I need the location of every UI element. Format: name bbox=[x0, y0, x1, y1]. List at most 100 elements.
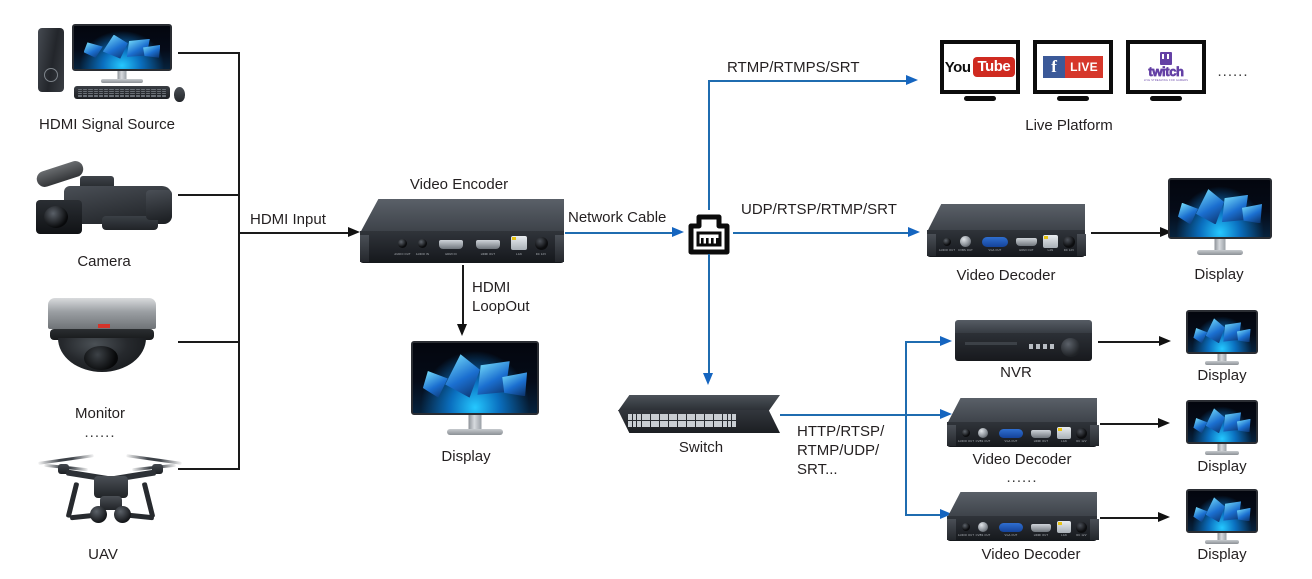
live-platform-label: Live Platform bbox=[1025, 117, 1113, 134]
monitor-ellipsis: ...... bbox=[84, 424, 116, 441]
arrowhead-network-cable bbox=[672, 227, 684, 237]
decoder-mid-port-vga-out bbox=[999, 429, 1023, 438]
monitor-dome-camera-icon bbox=[48, 298, 156, 376]
decoder-bottom-port-dc-label: DC 12V bbox=[1076, 534, 1087, 537]
switch-branch-label-line3: SRT... bbox=[797, 461, 838, 478]
arrowhead-nvr bbox=[940, 336, 952, 346]
wire-source-uav bbox=[178, 468, 240, 470]
arrowhead-hdmi-loopout bbox=[457, 324, 467, 336]
decoder-mid-port-cvbs-out bbox=[978, 428, 988, 438]
network-cable-label: Network Cable bbox=[568, 209, 667, 226]
decoder-port-audio-out-label: AUDIO OUT bbox=[938, 249, 956, 252]
wire-decoder-bottom-to-display bbox=[1100, 517, 1162, 519]
twitch-word-b: LIVE STREAMING FOR GAMERS bbox=[1143, 79, 1189, 82]
wire-rj45-down bbox=[708, 254, 710, 376]
decoder-port-audio-out bbox=[943, 238, 951, 246]
nvr-label: NVR bbox=[1000, 364, 1032, 381]
decoder-port-hdmi-out-label: HDMI OUT bbox=[1019, 249, 1034, 252]
decoder-mid-port-cvbs-out-label: CVBS OUT bbox=[975, 440, 991, 443]
display-label-top-right: Display bbox=[1194, 266, 1244, 283]
facebook-word-a: f bbox=[1043, 56, 1066, 78]
wire-nvr-to-display bbox=[1098, 341, 1164, 343]
wire-network-cable bbox=[565, 232, 677, 234]
wire-hdmi-loopout bbox=[462, 265, 464, 327]
arrowhead-rtmp-branch bbox=[906, 75, 918, 85]
decoder-port-lan-label: LAN bbox=[1047, 249, 1054, 252]
uav-icon bbox=[36, 448, 186, 530]
rtmp-branch-label: RTMP/RTMPS/SRT bbox=[727, 59, 860, 76]
encoder-port-lan bbox=[511, 236, 527, 250]
facebook-word-b: LIVE bbox=[1065, 56, 1103, 78]
rj45-port-icon bbox=[685, 208, 733, 256]
wire-rj45-up bbox=[708, 80, 710, 210]
display-bottom bbox=[1186, 489, 1258, 547]
twitch-glitch-icon bbox=[1159, 52, 1172, 65]
switch-branch-label-line1: HTTP/RTSP/ bbox=[797, 423, 885, 440]
encoder-port-audio-out-label: AUDIO OUT bbox=[394, 253, 411, 256]
live-platform-youtube: You Tube bbox=[940, 40, 1020, 101]
arrowhead-hdmi-input bbox=[348, 227, 360, 237]
udp-branch-label: UDP/RTSP/RTMP/SRT bbox=[741, 201, 897, 218]
hdmi-input-label: HDMI Input bbox=[250, 211, 326, 228]
wire-bus-to-decoder-bottom bbox=[905, 514, 945, 516]
wire-source-camera bbox=[178, 194, 240, 196]
hdmi-loopout-label-line1: HDMI bbox=[472, 279, 511, 296]
wire-switch-to-bus bbox=[780, 414, 906, 416]
source-monitor bbox=[72, 24, 172, 84]
wire-hdmi-input bbox=[238, 232, 350, 234]
keyboard bbox=[74, 86, 170, 99]
monitor-label: Monitor bbox=[74, 405, 126, 422]
decoder-bottom-port-hdmi-out bbox=[1031, 524, 1051, 532]
decoder-port-cvbs-out bbox=[960, 236, 971, 247]
encoder-port-hdmi-out-label: HDMI OUT bbox=[480, 253, 496, 256]
decoder-mid-port-hdmi-out bbox=[1031, 430, 1051, 438]
arrowhead-decoder-mid-display bbox=[1158, 418, 1170, 428]
uav-label: UAV bbox=[88, 546, 118, 563]
mouse bbox=[174, 87, 185, 102]
wire-decoder-mid-to-display bbox=[1100, 423, 1162, 425]
display-mid bbox=[1186, 400, 1258, 458]
encoder-port-hdmi-in bbox=[439, 240, 463, 249]
nvr-device bbox=[955, 320, 1092, 361]
hdmi-signal-source-icon bbox=[34, 24, 185, 102]
wire-bus-to-decoder-mid bbox=[905, 414, 945, 416]
wire-decoder-top-to-display bbox=[1091, 232, 1165, 234]
display-top-right bbox=[1168, 178, 1272, 260]
wire-udp-branch bbox=[733, 232, 913, 234]
twitch-word-a: twitch bbox=[1148, 64, 1184, 80]
encoder-port-audio-out bbox=[398, 239, 407, 248]
video-decoder-device-mid: AUDIO OUT CVBS OUT VGA OUT HDMI OUT LAN … bbox=[947, 398, 1099, 450]
decoder-mid-port-dc-label: DC 12V bbox=[1076, 440, 1087, 443]
arrowhead-udp-branch bbox=[908, 227, 920, 237]
decoder-mid-port-audio-out bbox=[962, 429, 970, 437]
decoder-port-dc-label: DC 12V bbox=[1063, 249, 1075, 252]
decoder-bottom-port-audio-out-label: AUDIO OUT bbox=[957, 534, 975, 537]
encoder-port-lan-label: LAN bbox=[516, 253, 522, 256]
wire-right-bus bbox=[905, 341, 907, 514]
decoder-ellipsis: ...... bbox=[1006, 469, 1038, 486]
decoder-mid-port-dc bbox=[1076, 428, 1087, 439]
wire-source-dome bbox=[178, 341, 240, 343]
camera-icon bbox=[28, 158, 188, 245]
decoder-mid-port-hdmi-out-label: HDMI OUT bbox=[1033, 440, 1049, 443]
encoder-port-hdmi-in-label: HDMI IN bbox=[445, 253, 457, 256]
decoder-mid-port-lan-label: LAN bbox=[1061, 440, 1067, 443]
live-platform-twitch: twitch LIVE STREAMING FOR GAMERS bbox=[1126, 40, 1206, 101]
live-platform-facebook-live: f LIVE bbox=[1033, 40, 1113, 101]
video-decoder-label-bottom: Video Decoder bbox=[981, 546, 1081, 563]
encoder-port-audio-in bbox=[418, 239, 427, 248]
decoder-bottom-port-lan-label: LAN bbox=[1061, 534, 1067, 537]
hdmi-signal-source-label: HDMI Signal Source bbox=[39, 116, 175, 133]
decoder-bottom-port-hdmi-out-label: HDMI OUT bbox=[1033, 534, 1049, 537]
video-decoder-label-mid: Video Decoder bbox=[972, 451, 1072, 468]
camera-label: Camera bbox=[77, 253, 131, 270]
decoder-bottom-port-cvbs-out bbox=[978, 522, 988, 532]
pc-tower bbox=[38, 28, 64, 92]
encoder-port-dc bbox=[535, 237, 548, 250]
video-encoder-device: AUDIO OUT AUDIO IN HDMI IN HDMI OUT LAN … bbox=[360, 199, 564, 265]
loopout-display bbox=[411, 341, 539, 439]
hdmi-loopout-label-line2: LoopOut bbox=[472, 298, 530, 315]
decoder-bottom-port-vga-out bbox=[999, 523, 1023, 532]
decoder-bottom-port-vga-out-label: VGA OUT bbox=[1004, 534, 1018, 537]
decoder-port-vga-out bbox=[982, 237, 1008, 247]
